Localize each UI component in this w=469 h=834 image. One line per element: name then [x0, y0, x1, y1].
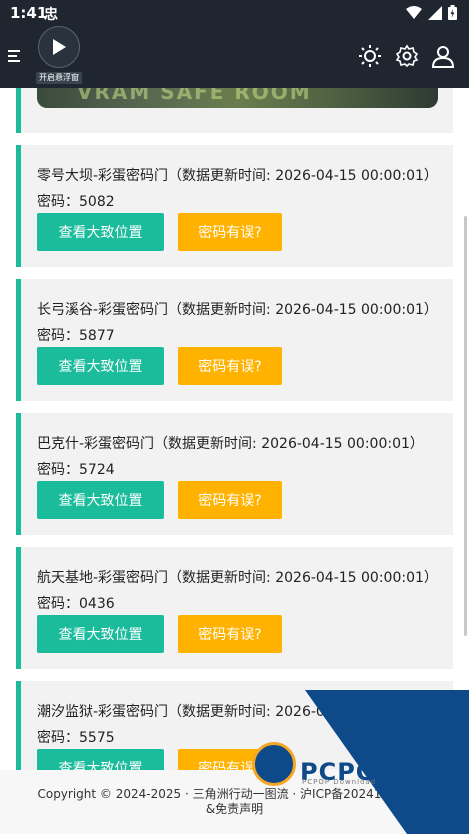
view-location-button[interactable]: 查看大致位置 [37, 213, 164, 251]
status-app-glyph: 忠 [44, 7, 58, 23]
view-location-button[interactable]: 查看大致位置 [37, 749, 164, 770]
watermark-sub: PCPOP Download [302, 778, 377, 786]
view-location-button[interactable]: 查看大致位置 [37, 481, 164, 519]
watermark: PCPOP下载 PCPOP Download [250, 690, 469, 834]
report-error-button[interactable]: 密码有误? [178, 213, 282, 251]
user-icon[interactable] [431, 44, 455, 68]
app-bar: 开启悬浮窗 [0, 26, 469, 88]
wifi-icon [406, 5, 422, 19]
menu-icon[interactable] [8, 48, 24, 64]
card-code: 密码：5575 [37, 730, 115, 746]
signal-icon [428, 5, 442, 20]
card-title: 航天基地-彩蛋密码门（数据更新时间: 2026-04-15 00:00:01） [37, 570, 438, 586]
card-title: 零号大坝-彩蛋密码门（数据更新时间: 2026-04-15 00:00:01） [37, 168, 438, 184]
card-title: 长弓溪谷-彩蛋密码门（数据更新时间: 2026-04-15 00:00:01） [37, 302, 438, 318]
report-error-button[interactable]: 密码有误? [178, 615, 282, 653]
status-icons [406, 5, 457, 20]
float-window-label[interactable]: 开启悬浮窗 [36, 72, 82, 84]
banner-text: VRAM SAFE ROOM [77, 88, 312, 104]
password-card-2: 长弓溪谷-彩蛋密码门（数据更新时间: 2026-04-15 00:00:01） … [16, 279, 453, 401]
card-code: 密码：5877 [37, 328, 115, 344]
view-location-button[interactable]: 查看大致位置 [37, 615, 164, 653]
battery-icon [448, 5, 457, 20]
banner-image[interactable]: VRAM SAFE ROOM [37, 88, 438, 108]
play-icon [53, 39, 66, 55]
status-bar: 1:41 忠 [0, 0, 469, 26]
content-scroll-area[interactable]: VRAM SAFE ROOM 零号大坝-彩蛋密码门（数据更新时间: 2026-0… [0, 88, 469, 770]
theme-sun-icon[interactable] [358, 44, 382, 68]
password-card-4: 航天基地-彩蛋密码门（数据更新时间: 2026-04-15 00:00:01） … [16, 547, 453, 669]
password-card-1: 零号大坝-彩蛋密码门（数据更新时间: 2026-04-15 00:00:01） … [16, 145, 453, 267]
report-error-button[interactable]: 密码有误? [178, 347, 282, 385]
play-button[interactable] [38, 26, 80, 68]
view-location-button[interactable]: 查看大致位置 [37, 347, 164, 385]
report-error-button[interactable]: 密码有误? [178, 481, 282, 519]
watermark-logo-icon [252, 742, 296, 786]
gear-icon[interactable] [395, 44, 419, 68]
card-title: 巴克什-彩蛋密码门（数据更新时间: 2026-04-15 00:00:01） [37, 436, 424, 452]
scrollbar[interactable] [464, 216, 467, 636]
card-code: 密码：5724 [37, 462, 115, 478]
status-time: 1:41 [10, 4, 48, 22]
banner-card: VRAM SAFE ROOM [16, 88, 453, 133]
card-code: 密码：5082 [37, 194, 115, 210]
card-code: 密码：0436 [37, 596, 115, 612]
password-card-3: 巴克什-彩蛋密码门（数据更新时间: 2026-04-15 00:00:01） 密… [16, 413, 453, 535]
